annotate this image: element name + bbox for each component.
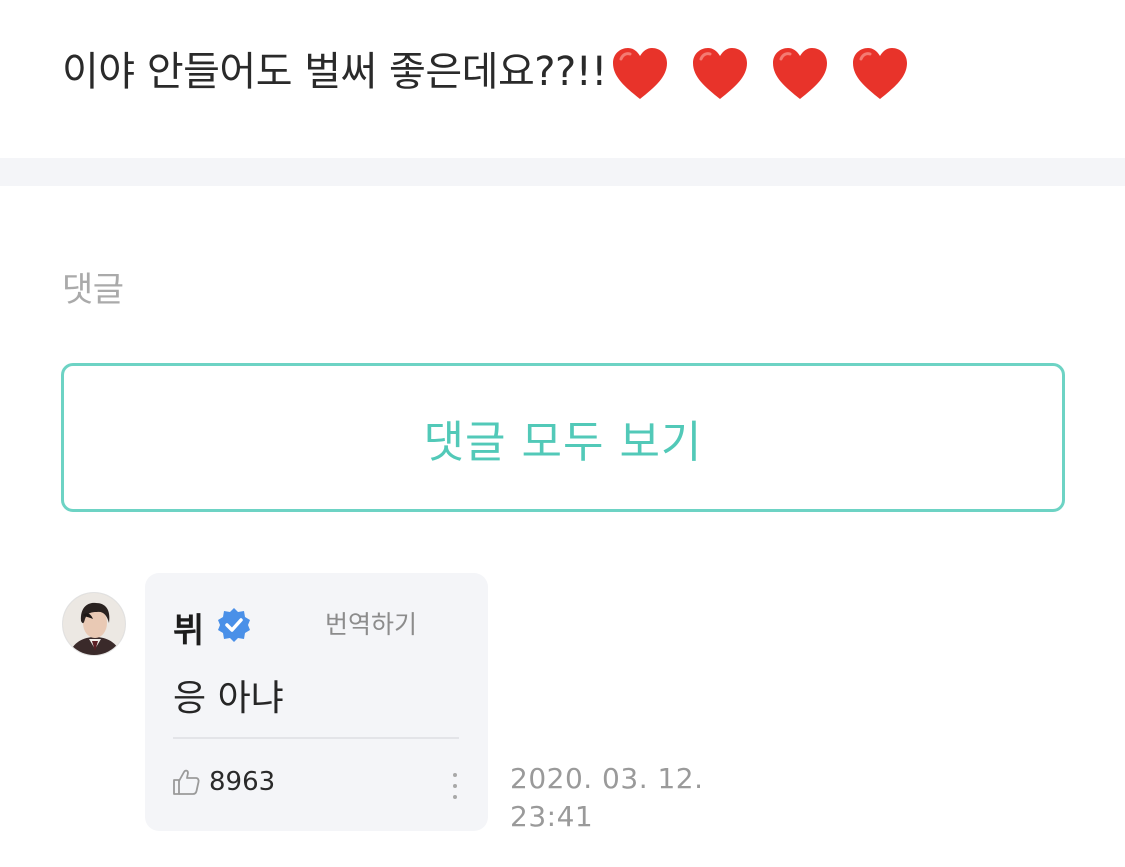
like-count: 8963 <box>209 767 276 797</box>
post-text-body: 이야 안들어도 벌써 좋은데요??!! <box>62 49 607 95</box>
view-all-comments-button[interactable]: 댓글 모두 보기 <box>61 363 1065 512</box>
verified-badge-icon <box>218 608 250 642</box>
comment-page: 이야 안들어도 벌써 좋은데요??!! 댓글 댓글 모두 보기 뷔 번역하기 응… <box>0 0 1125 867</box>
heart-icon <box>773 48 828 99</box>
heart-icon <box>853 48 908 99</box>
heart-icon <box>612 48 667 99</box>
translate-button[interactable]: 번역하기 <box>325 605 417 641</box>
comment-text: 응 아냐 <box>173 678 284 719</box>
more-options-icon[interactable] <box>448 769 462 803</box>
author-name[interactable]: 뷔 <box>173 603 204 652</box>
comment-date: 2020. 03. 12. <box>510 762 704 795</box>
comment-bubble: 뷔 번역하기 응 아냐 8963 <box>145 573 488 831</box>
avatar[interactable] <box>62 592 126 656</box>
heart-icon <box>693 48 747 99</box>
post-text: 이야 안들어도 벌써 좋은데요??!! <box>62 38 919 104</box>
comment-time: 23:41 <box>510 800 594 833</box>
comments-heading: 댓글 <box>62 270 124 310</box>
bubble-divider <box>173 737 459 739</box>
comment-timestamp: 2020. 03. 12. 23:41 <box>510 760 704 836</box>
heart-emoji-group <box>611 40 920 104</box>
avatar-portrait-icon <box>63 593 125 655</box>
thumbs-up-icon <box>173 769 200 795</box>
section-divider <box>0 158 1125 186</box>
like-button[interactable]: 8963 <box>171 767 275 797</box>
